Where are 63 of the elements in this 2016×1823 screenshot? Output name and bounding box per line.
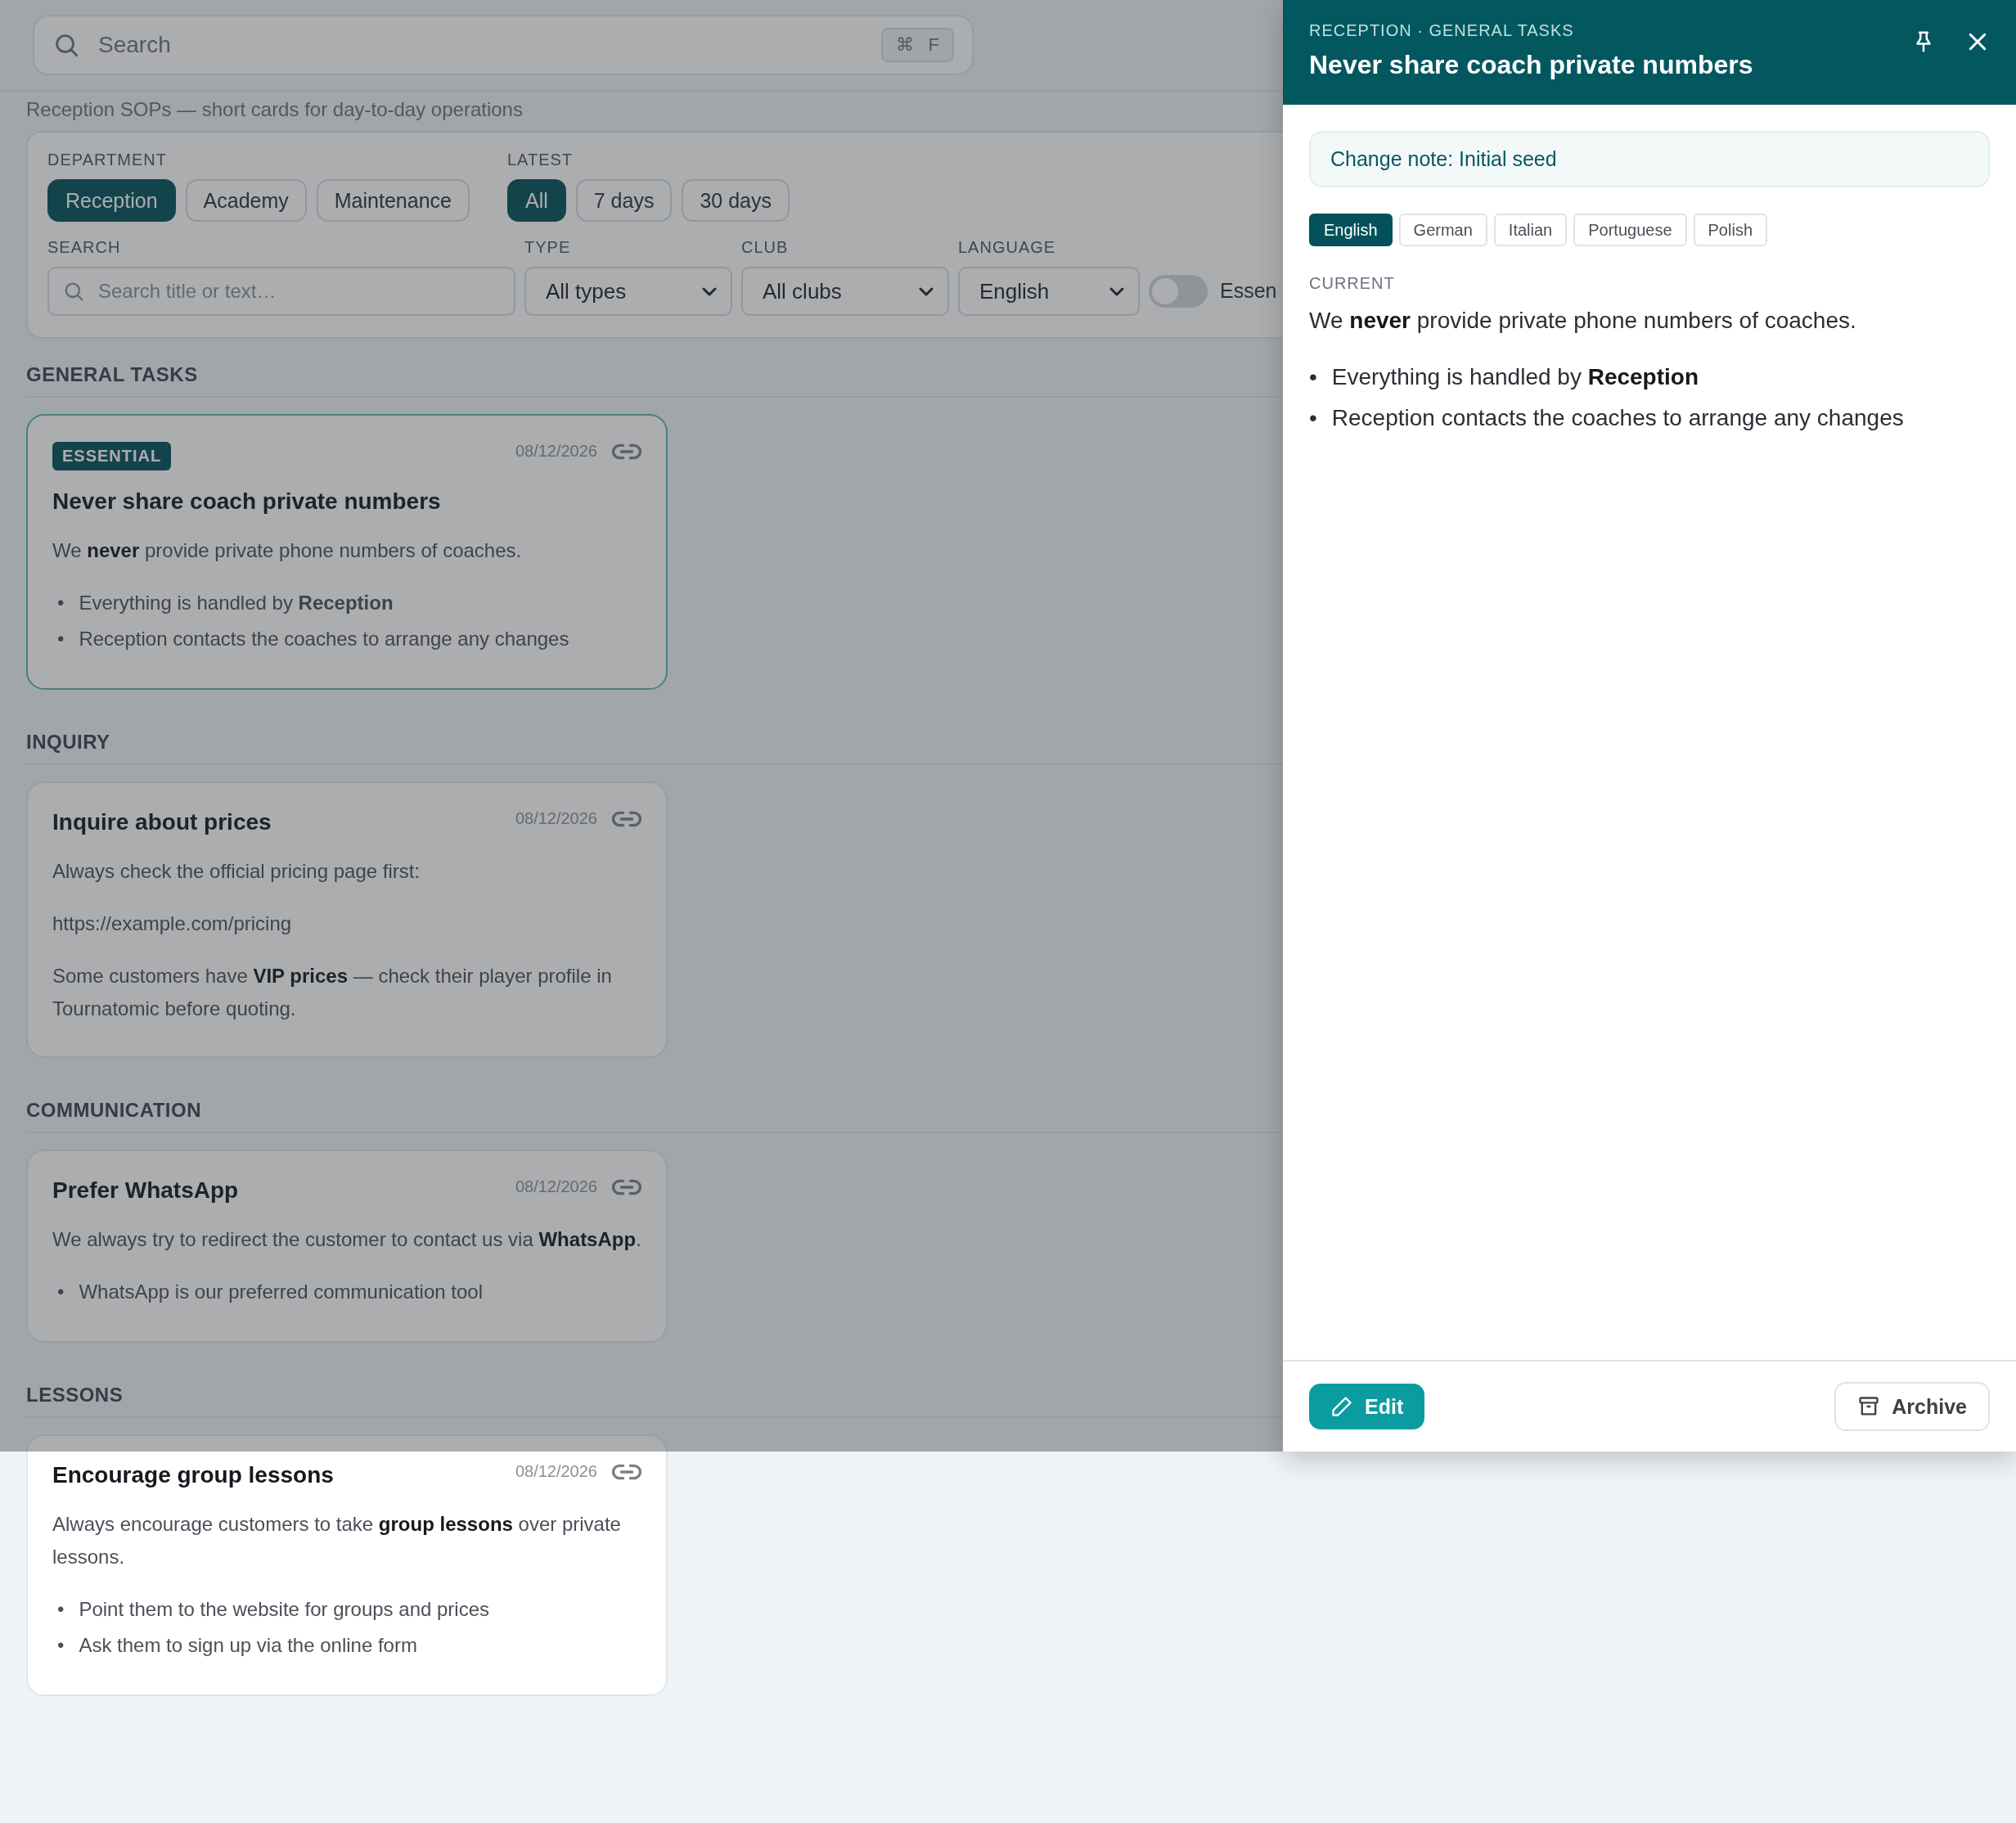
filter-label: LATEST	[506, 151, 574, 169]
language-tab[interactable]: English	[1309, 214, 1393, 246]
bullet-item: • Reception contacts the coaches to arrange any changes	[1309, 404, 1905, 432]
card-title: Prefer WhatsApp	[52, 1177, 239, 1204]
card-title: Never share coach private numbers	[52, 488, 442, 515]
toggle-switch[interactable]	[1149, 275, 1208, 308]
filter-label: TYPE	[524, 238, 572, 257]
filter-label: SEARCH	[47, 238, 122, 257]
language-tab[interactable]: German	[1398, 214, 1487, 246]
filter-chip[interactable]: Reception	[47, 179, 176, 222]
filter-chip[interactable]: Academy	[185, 179, 307, 222]
sop-card[interactable]: ESSENTIAL 08/12/2026 Never share coach private numbers We never provide private phone numbers of coaches. • Everything is handled by Reception • Reception contacts the coaches to arrange any changes	[26, 414, 668, 690]
essential-badge: ESSENTIAL	[52, 442, 172, 470]
card-text: Some customers have VIP prices — check their player profile in Tournatomic before quoting.	[52, 964, 613, 1021]
bullet-item: • Everything is handled by Reception	[56, 591, 394, 615]
card-title: Inquire about prices	[52, 809, 272, 835]
card-text: Always encourage customers to take group lessons over private lessons.	[52, 1512, 622, 1569]
bullet-item: • WhatsApp is our preferred communication tool	[56, 1280, 484, 1304]
language-tab[interactable]: Portuguese	[1573, 214, 1687, 246]
filter-chip[interactable]: 7 days	[575, 179, 673, 222]
filter-label: DEPARTMENT	[47, 151, 168, 169]
card-title: Encourage group lessons	[52, 1462, 334, 1488]
bullet-item: • Everything is handled by Reception	[1309, 363, 1700, 391]
dropdown[interactable]: English	[958, 267, 1140, 316]
language-tab[interactable]: Italian	[1493, 214, 1568, 246]
card-text: Always check the official pricing page first:	[52, 859, 421, 884]
change-note: Change note: Initial seed	[1309, 131, 1990, 187]
archive-icon	[1857, 1395, 1881, 1418]
edit-button[interactable]: Edit	[1309, 1384, 1425, 1429]
pencil-icon	[1330, 1395, 1353, 1418]
bullet-item: • Reception contacts the coaches to arrange any changes	[56, 627, 570, 651]
sop-card[interactable]: Encourage group lessons 08/12/2026 Always encourage customers to take group lessons over private lessons. • Point them to the website for groups and prices • Ask them to sign up via the online form	[26, 1434, 668, 1696]
bullet-item: • Ask them to sign up via the online form	[56, 1633, 418, 1658]
dropdown[interactable]: All clubs	[741, 267, 949, 316]
section-label: CURRENT	[1309, 274, 1396, 293]
card-text: https://example.com/pricing	[52, 912, 293, 936]
drawer-title: Never share coach private numbers	[1309, 50, 1753, 80]
link-icon[interactable]	[612, 1462, 641, 1481]
link-icon[interactable]	[612, 442, 641, 461]
card-date: 08/12/2026	[515, 1462, 597, 1481]
filter-label: CLUB	[741, 238, 790, 257]
filter-chip[interactable]: 30 days	[682, 179, 790, 222]
language-tab[interactable]: Polish	[1693, 214, 1767, 246]
shortcut-hint: ⌘ F	[880, 28, 954, 62]
card-text: We always try to redirect the customer to contact us via WhatsApp.	[52, 1227, 641, 1252]
sop-card[interactable]: Inquire about prices 08/12/2026 Always check the official pricing page first: https://example.com/pricing Some customers have VIP prices — check their player profile in Tournatomic before quoting.	[26, 781, 668, 1058]
breadcrumb: RECEPTION · GENERAL TASKS	[1309, 21, 1575, 40]
filter-chip[interactable]: All	[506, 179, 566, 222]
drawer-text: We never provide private phone numbers of coaches.	[1309, 308, 1857, 334]
bullet-item: • Point them to the website for groups and prices	[56, 1597, 490, 1622]
card-date: 08/12/2026	[515, 1177, 597, 1196]
filter-chip[interactable]: Maintenance	[316, 179, 470, 222]
card-date: 08/12/2026	[515, 442, 597, 461]
card-date: 08/12/2026	[515, 809, 597, 828]
toggle-label: Essen	[1220, 279, 1277, 303]
link-icon[interactable]	[612, 809, 641, 828]
page-subtitle: Reception SOPs — short cards for day-to-day operations	[26, 98, 524, 121]
card-text: We never provide private phone numbers of coaches.	[52, 538, 523, 563]
link-icon[interactable]	[612, 1177, 641, 1196]
filter-label: LANGUAGE	[958, 238, 1057, 257]
sop-card[interactable]: Prefer WhatsApp 08/12/2026 We always try to redirect the customer to contact us via WhatsApp. • WhatsApp is our preferred communication tool	[26, 1150, 668, 1343]
archive-button[interactable]: Archive	[1834, 1382, 1990, 1431]
dropdown[interactable]: All types	[524, 267, 732, 316]
